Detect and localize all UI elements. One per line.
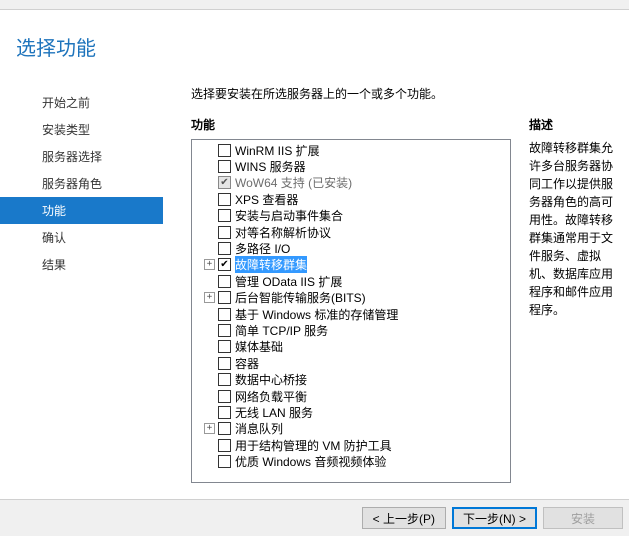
feature-item[interactable]: 对等名称解析协议 xyxy=(194,224,508,240)
description-heading: 描述 xyxy=(529,116,621,133)
feature-label: 容器 xyxy=(235,355,259,372)
feature-label: 无线 LAN 服务 xyxy=(235,404,313,421)
install-button[interactable]: 安装 xyxy=(543,507,623,529)
feature-checkbox[interactable] xyxy=(218,406,231,419)
feature-checkbox[interactable] xyxy=(218,340,231,353)
feature-item[interactable]: WoW64 支持 (已安装) xyxy=(194,175,508,191)
feature-item[interactable]: 用于结构管理的 VM 防护工具 xyxy=(194,437,508,453)
feature-item[interactable]: 基于 Windows 标准的存储管理 xyxy=(194,306,508,322)
feature-checkbox[interactable] xyxy=(218,193,231,206)
feature-label: 安装与启动事件集合 xyxy=(235,207,343,224)
nav-item[interactable]: 结果 xyxy=(0,251,163,278)
feature-item[interactable]: 网络负载平衡 xyxy=(194,388,508,404)
feature-item[interactable]: XPS 查看器 xyxy=(194,191,508,207)
wizard-button-bar: < 上一步(P) 下一步(N) > 安装 xyxy=(0,499,629,536)
feature-checkbox[interactable] xyxy=(218,144,231,157)
feature-checkbox[interactable] xyxy=(218,357,231,370)
feature-item[interactable]: 媒体基础 xyxy=(194,339,508,355)
feature-checkbox[interactable] xyxy=(218,258,231,271)
feature-item[interactable]: 多路径 I/O xyxy=(194,240,508,256)
feature-item[interactable]: 容器 xyxy=(194,355,508,371)
feature-label: 消息队列 xyxy=(235,420,283,437)
nav-item[interactable]: 确认 xyxy=(0,224,163,251)
feature-label: 基于 Windows 标准的存储管理 xyxy=(235,306,398,323)
feature-item[interactable]: 安装与启动事件集合 xyxy=(194,208,508,224)
expand-icon[interactable]: + xyxy=(204,423,215,434)
page-title: 选择功能 xyxy=(16,32,629,61)
feature-item[interactable]: 简单 TCP/IP 服务 xyxy=(194,322,508,338)
window-titlebar xyxy=(0,0,629,10)
feature-item[interactable]: 数据中心桥接 xyxy=(194,371,508,387)
next-button[interactable]: 下一步(N) > xyxy=(452,507,537,529)
nav-item[interactable]: 安装类型 xyxy=(0,116,163,143)
nav-item[interactable]: 功能 xyxy=(0,197,163,224)
wizard-nav: 开始之前安装类型服务器选择服务器角色功能确认结果 xyxy=(0,85,163,483)
nav-item-label: 确认 xyxy=(42,231,66,245)
feature-item[interactable]: 无线 LAN 服务 xyxy=(194,404,508,420)
nav-item-label: 结果 xyxy=(42,258,66,272)
feature-label: 故障转移群集 xyxy=(235,256,307,273)
feature-checkbox[interactable] xyxy=(218,422,231,435)
feature-checkbox[interactable] xyxy=(218,209,231,222)
nav-item[interactable]: 开始之前 xyxy=(0,89,163,116)
feature-label: WoW64 支持 (已安装) xyxy=(235,174,352,191)
nav-item[interactable]: 服务器选择 xyxy=(0,143,163,170)
feature-checkbox[interactable] xyxy=(218,308,231,321)
feature-checkbox[interactable] xyxy=(218,226,231,239)
feature-checkbox[interactable] xyxy=(218,242,231,255)
nav-item-label: 服务器角色 xyxy=(42,177,102,191)
nav-item-label: 安装类型 xyxy=(42,123,90,137)
feature-label: 简单 TCP/IP 服务 xyxy=(235,322,328,339)
previous-button[interactable]: < 上一步(P) xyxy=(362,507,446,529)
features-listbox[interactable]: WinRM IIS 扩展WINS 服务器WoW64 支持 (已安装)XPS 查看… xyxy=(191,139,511,483)
feature-label: 优质 Windows 音频视频体验 xyxy=(235,453,386,470)
feature-label: 数据中心桥接 xyxy=(235,371,307,388)
nav-item-label: 开始之前 xyxy=(42,96,90,110)
feature-item[interactable]: WinRM IIS 扩展 xyxy=(194,142,508,158)
expand-icon[interactable]: + xyxy=(204,259,215,270)
nav-item[interactable]: 服务器角色 xyxy=(0,170,163,197)
feature-checkbox[interactable] xyxy=(218,291,231,304)
feature-checkbox[interactable] xyxy=(218,160,231,173)
expand-icon[interactable]: + xyxy=(204,292,215,303)
feature-item[interactable]: 管理 OData IIS 扩展 xyxy=(194,273,508,289)
feature-label: XPS 查看器 xyxy=(235,191,298,208)
feature-item[interactable]: + 故障转移群集 xyxy=(194,257,508,273)
feature-label: 多路径 I/O xyxy=(235,240,290,257)
intro-text: 选择要安装在所选服务器上的一个或多个功能。 xyxy=(191,85,621,102)
feature-item[interactable]: 优质 Windows 音频视频体验 xyxy=(194,453,508,469)
feature-item[interactable]: WINS 服务器 xyxy=(194,158,508,174)
feature-label: 后台智能传输服务(BITS) xyxy=(235,289,366,306)
feature-label: 用于结构管理的 VM 防护工具 xyxy=(235,437,392,454)
feature-checkbox xyxy=(218,176,231,189)
feature-checkbox[interactable] xyxy=(218,439,231,452)
description-text: 故障转移群集允许多台服务器协同工作以提供服务器角色的高可用性。故障转移群集通常用… xyxy=(529,139,621,319)
feature-label: 对等名称解析协议 xyxy=(235,224,331,241)
feature-label: 媒体基础 xyxy=(235,338,283,355)
feature-checkbox[interactable] xyxy=(218,455,231,468)
feature-checkbox[interactable] xyxy=(218,390,231,403)
feature-checkbox[interactable] xyxy=(218,324,231,337)
feature-label: WINS 服务器 xyxy=(235,158,306,175)
features-heading: 功能 xyxy=(191,116,511,133)
feature-label: 网络负载平衡 xyxy=(235,388,307,405)
feature-label: WinRM IIS 扩展 xyxy=(235,142,320,159)
feature-item[interactable]: + 后台智能传输服务(BITS) xyxy=(194,290,508,306)
nav-item-label: 功能 xyxy=(42,204,66,218)
feature-label: 管理 OData IIS 扩展 xyxy=(235,273,342,290)
feature-item[interactable]: + 消息队列 xyxy=(194,421,508,437)
feature-checkbox[interactable] xyxy=(218,373,231,386)
nav-item-label: 服务器选择 xyxy=(42,150,102,164)
feature-checkbox[interactable] xyxy=(218,275,231,288)
